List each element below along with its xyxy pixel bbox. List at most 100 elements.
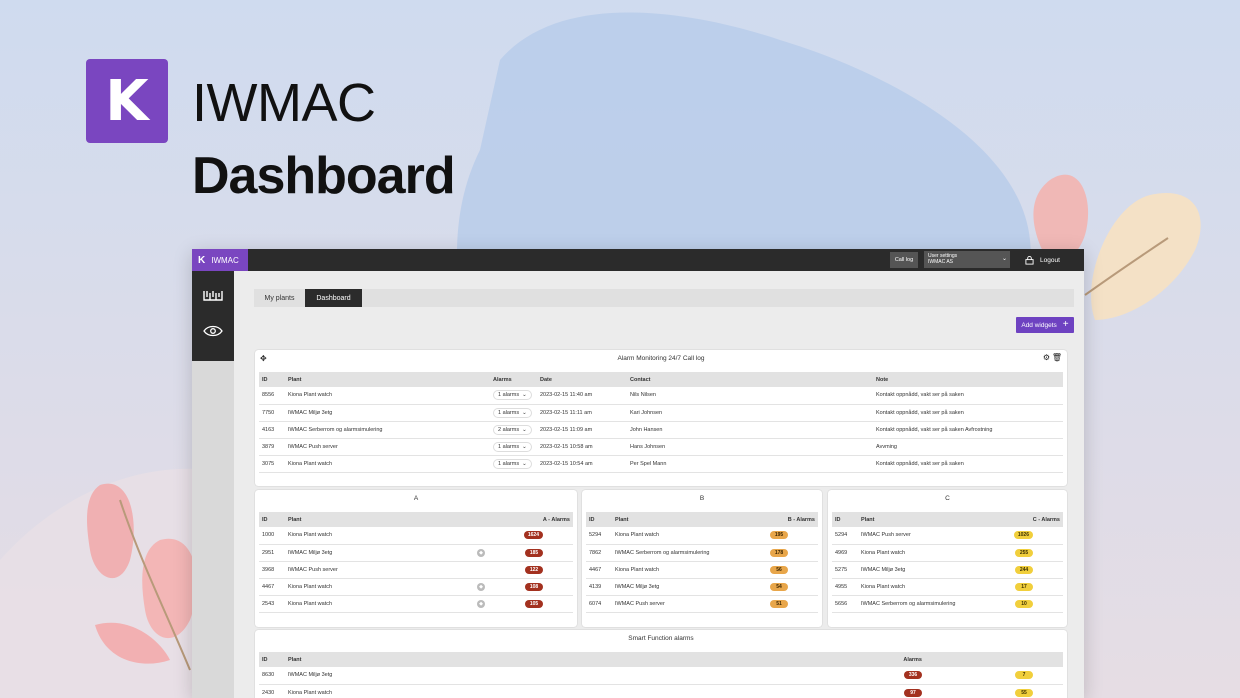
cell-alarm-count: 108 [501,578,573,596]
table-row[interactable]: 2430 Kiona Plant watch 97 55 [259,684,1063,698]
cell-id: 4139 [586,578,612,596]
tab-my-plants[interactable]: My plants [254,289,305,307]
alarm-count-badge[interactable]: 51 [770,599,788,608]
table-row[interactable]: 1000 Kiona Plant watch 1624 [259,527,573,545]
cell-plant: IWMAC Push server [612,595,762,613]
table-row[interactable]: 8630 IWMAC Miljø 3etg 336 7 [259,667,1063,685]
table-row[interactable]: 3075 Kiona Plant watch 1 alarms ⌄ 2023-02-15… [259,455,1063,473]
alarm-count-badge[interactable]: 56 [770,565,788,574]
alarms-dropdown[interactable]: 2 alarms ⌄ [493,424,532,435]
tab-dashboard[interactable]: Dashboard [305,289,362,307]
cell-id: 4467 [586,561,612,579]
table-row[interactable]: 4969 Kiona Plant watch 255 [832,544,1063,562]
alarms-dropdown[interactable]: 1 alarms ⌄ [493,407,532,418]
cell-red-alarms: 336 [785,667,925,685]
alarm-count-badge[interactable]: 17 [1015,582,1033,591]
alarm-count-badge[interactable]: 255 [1015,548,1033,557]
gear-icon[interactable]: ⚙ [1043,353,1050,362]
cell-plant: Kiona Plant watch [858,544,1008,562]
table-row[interactable]: 4467 Kiona Plant watch 56 [586,561,818,579]
alarms-count: 1 alarms [498,392,520,399]
cell-alarm-count: 185 [501,544,573,562]
cell-alarm-count: 1624 [501,527,573,545]
cell-plant: IWMAC Push server [285,561,461,579]
widget-c-table: ID Plant C - Alarms 5294 IWMAC Push serve… [832,512,1063,613]
table-row[interactable]: 5275 IWMAC Miljø 3etg 244 [832,561,1063,579]
cell-contact: Nils Nilsen [627,387,873,405]
cell-shield: ◆ [461,544,501,562]
sidebar-item-home[interactable] [192,281,234,311]
alarm-count-badge[interactable]: 10 [1015,599,1033,608]
widget-title: Smart Function alarms [628,635,694,642]
alarm-count-badge[interactable]: 7 [1015,671,1033,680]
alarm-count-badge[interactable]: 178 [770,548,788,557]
column-header: Plant [285,512,461,527]
column-header: Plant [285,372,490,387]
cell-id: 3968 [259,561,285,579]
table-row[interactable]: 8556 Kiona Plant watch 1 alarms ⌄ 2023-02-15… [259,387,1063,405]
trash-icon[interactable]: 🗑 [1052,353,1062,362]
cell-contact: John Hansen [627,421,873,439]
sidebar-item-view[interactable] [192,316,234,346]
alarm-count-badge[interactable]: 122 [525,565,543,574]
table-row[interactable]: 2543 Kiona Plant watch ◆ 105 [259,595,573,613]
table-row[interactable]: 5294 IWMAC Push server 1026 [832,527,1063,545]
lock-icon [1025,255,1034,265]
cell-contact: Kari Johnsen [627,404,873,422]
widget-b: B ID Plant B - Alarms 5294 Kiona Plant wa… [582,490,822,627]
cell-plant: Kiona Plant watch [285,455,490,473]
alarm-count-badge[interactable]: 244 [1015,565,1033,574]
cell-id: 4955 [832,578,858,596]
app-window: K IWMAC Call log User settings IWMAC AS … [192,249,1084,698]
tab-bar: My plants Dashboard [254,289,1074,307]
alarm-count-badge[interactable]: 1624 [523,531,543,540]
alarm-count-badge[interactable]: 336 [904,671,922,680]
alarm-count-badge[interactable]: 105 [525,599,543,608]
cell-id: 2951 [259,544,285,562]
alarms-count: 1 alarms [498,409,520,416]
user-settings-select[interactable]: User settings IWMAC AS ⌄ [924,251,1010,268]
alarm-count-badge[interactable]: 195 [770,531,788,540]
column-header: A - Alarms [501,512,573,527]
table-header-row: ID Plant A - Alarms [259,512,573,527]
alarm-count-badge[interactable]: 108 [525,582,543,591]
table-row[interactable]: 4139 IWMAC Miljø 3etg 54 [586,578,818,596]
chevron-down-icon: ⌄ [522,443,527,450]
alarm-count-badge[interactable]: 185 [525,548,543,557]
table-row[interactable]: 2951 IWMAC Miljø 3etg ◆ 185 [259,544,573,562]
table-row[interactable]: 5656 IWMAC Serberrom og alarmsimulering 10 [832,595,1063,613]
alarm-count-badge[interactable]: 1026 [1013,531,1033,540]
chevron-down-icon: ⌄ [522,409,527,416]
add-widgets-button[interactable]: Add widgets + [1016,317,1074,333]
alarm-count-badge[interactable]: 97 [904,688,922,697]
cell-plant: Kiona Plant watch [612,527,762,545]
shield-icon: ◆ [477,599,485,608]
shield-icon: ◆ [477,548,485,557]
table-row[interactable]: 3879 IWMAC Push server 1 alarms ⌄ 2023-02-15… [259,438,1063,456]
column-header: ID [259,512,285,527]
widget-a: A ID Plant A - Alarms 1000 Kiona Plant wa… [255,490,577,627]
table-row[interactable]: 7750 IWMAC Miljø 3etg 1 alarms ⌄ 2023-02-15 … [259,404,1063,422]
cell-id: 6074 [586,595,612,613]
widget-title: Alarm Monitoring 24/7 Call log [617,355,705,362]
alarms-dropdown[interactable]: 1 alarms ⌄ [493,390,532,401]
table-row[interactable]: 6074 IWMAC Push server 51 [586,595,818,613]
logout-button[interactable]: Logout [1025,253,1060,267]
alarms-dropdown[interactable]: 1 alarms ⌄ [493,458,532,469]
iwmac-logo-icon [203,291,223,301]
call-log-button[interactable]: Call log [890,252,918,268]
column-header: ID [259,652,285,667]
table-row[interactable]: 4955 Kiona Plant watch 17 [832,578,1063,596]
table-row[interactable]: 4467 Kiona Plant watch ◆ 108 [259,578,573,596]
table-row[interactable]: 7862 IWMAC Serberrom og alarmsimulering 17… [586,544,818,562]
alarm-count-badge[interactable]: 54 [770,582,788,591]
alarm-count-badge[interactable]: 55 [1015,688,1033,697]
alarm-table: ID Plant Alarms Date Contact Note 8556 Ki… [259,372,1063,473]
table-row[interactable]: 5294 Kiona Plant watch 195 [586,527,818,545]
sidebar [192,271,234,698]
app-brand[interactable]: K IWMAC [192,249,248,271]
table-row[interactable]: 4163 IWMAC Serberrom og alarmsimulering 2 … [259,421,1063,439]
table-row[interactable]: 3968 IWMAC Push server 122 [259,561,573,579]
alarms-dropdown[interactable]: 1 alarms ⌄ [493,441,532,452]
add-widgets-label: Add widgets [1021,321,1057,329]
